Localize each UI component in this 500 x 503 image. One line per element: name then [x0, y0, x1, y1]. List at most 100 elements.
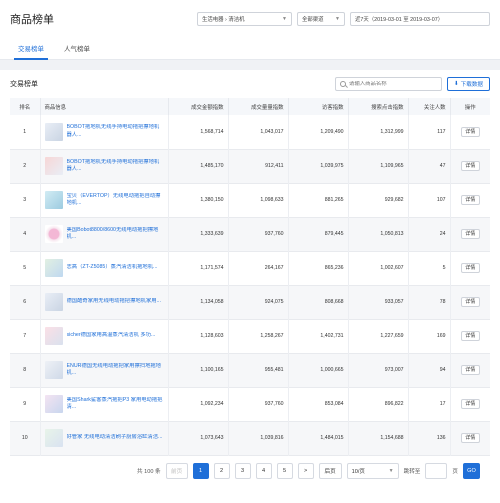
followers-cell: 94 [408, 353, 451, 387]
detail-button[interactable]: 详情 [460, 365, 480, 375]
product-thumbnail[interactable] [44, 191, 63, 209]
page: 商品榜单 生活电器 › 清洁机 ▼ 全部渠道 ▼ 近7天（2019-03-01 … [0, 0, 500, 503]
product-thumbnail[interactable] [44, 225, 63, 243]
table-header-row: 排名 商品信息 成交金额指数 成交量量指数 访客指数 搜索点击指数 关注人数 操… [10, 98, 490, 115]
rank-cell: 8 [10, 353, 41, 387]
amount-index-cell: 1,100,165 [168, 353, 229, 387]
product-cell: sicher德国家用高温蒸汽清洁机 多功... [40, 319, 169, 353]
action-cell: 详情 [450, 387, 490, 421]
download-button[interactable]: ⬇ 下载数据 [447, 77, 490, 91]
volume-index-cell: 937,760 [228, 217, 289, 251]
followers-cell: 117 [408, 115, 451, 149]
detail-button[interactable]: 详情 [460, 126, 480, 137]
go-button[interactable]: GO [463, 462, 480, 479]
search-input[interactable] [348, 81, 437, 87]
volume-index-cell: 1,043,017 [228, 115, 289, 149]
product-name-link[interactable]: 美国Bobot8800/8600无线电动拖把擦地机... [67, 227, 164, 242]
tab-popularity-ranking[interactable]: 人气榜单 [56, 43, 98, 59]
followers-cell: 17 [408, 387, 451, 421]
product-cell: ENUR德国无线电动拖把家用擦扫地拖地机... [40, 353, 169, 387]
search-box[interactable] [335, 77, 442, 91]
product-thumbnail[interactable] [44, 361, 63, 379]
product-name-link[interactable]: 宝贝（EVERTOP）无线电动拖把自动擦地机... [67, 193, 164, 208]
page-size-select[interactable]: 10/页 ▼ [346, 462, 399, 479]
product-thumbnail[interactable] [44, 327, 63, 345]
visitor-index-cell: 808,668 [288, 285, 349, 319]
product-thumbnail[interactable] [44, 429, 63, 447]
product-thumbnail[interactable] [44, 122, 63, 141]
volume-index-cell: 955,481 [228, 353, 289, 387]
product-name-link[interactable]: BOBOT拖地机无线手持电动拖把擦地机器人... [67, 159, 164, 174]
amount-index-cell: 1,171,574 [168, 251, 229, 285]
product-thumbnail[interactable] [44, 395, 63, 413]
rank-cell: 9 [10, 387, 41, 421]
product-cell: 美国Bobot8800/8600无线电动拖把擦地机... [40, 217, 169, 251]
product-thumbnail[interactable] [44, 293, 63, 311]
page-button-1[interactable]: 1 [192, 462, 209, 479]
followers-cell: 47 [408, 149, 451, 183]
detail-button[interactable]: 详情 [460, 161, 480, 171]
volume-index-cell: 1,258,267 [228, 319, 289, 353]
detail-button[interactable]: 详情 [460, 399, 480, 409]
channel-select[interactable]: 全部渠道 ▼ [297, 12, 345, 26]
search-icon [340, 81, 346, 87]
column-header[interactable]: 成交金额指数 [168, 98, 229, 115]
product-name-link[interactable]: 美国Shark鲨客蒸汽拖把P3 家用电动拖把清... [67, 397, 164, 412]
column-header[interactable]: 成交量量指数 [228, 98, 289, 115]
category-select[interactable]: 生活电器 › 清洁机 ▼ [197, 12, 292, 26]
rank-cell: 1 [10, 115, 41, 149]
product-thumbnail[interactable] [44, 157, 63, 175]
date-range-select[interactable]: 近7天（2019-03-01 至 2019-03-07） [350, 12, 490, 26]
product-name-link[interactable]: BOBOT拖地机无线手持电动拖把擦地机器人... [67, 124, 164, 139]
detail-button[interactable]: 详情 [460, 195, 480, 205]
jump-page-input[interactable] [425, 462, 448, 479]
product-cell: BOBOT拖地机无线手持电动拖把擦地机器人... [40, 149, 169, 183]
column-header[interactable]: 搜索点击指数 [348, 98, 409, 115]
rank-cell: 10 [10, 421, 41, 455]
prev-page-button[interactable]: 前页 [165, 462, 188, 479]
amount-index-cell: 1,073,643 [168, 421, 229, 455]
search-click-index-cell: 1,154,688 [348, 421, 409, 455]
detail-button[interactable]: 详情 [460, 331, 480, 341]
column-header[interactable]: 关注人数 [408, 98, 451, 115]
volume-index-cell: 937,760 [228, 387, 289, 421]
page-button-4[interactable]: 4 [255, 462, 272, 479]
jump-label: 跳转至 [403, 468, 421, 475]
column-header[interactable]: 访客指数 [288, 98, 349, 115]
table-row: 3 宝贝（EVERTOP）无线电动拖把自动擦地机... 1,380,150 1,098… [10, 183, 490, 217]
product-name-link[interactable]: 好管家 无线电动清洁刷子厨房浴缸清洁... [67, 434, 163, 441]
volume-index-cell: 264,167 [228, 251, 289, 285]
table-row: 7 sicher德国家用高温蒸汽清洁机 多功... 1,128,603 1,258,2… [10, 319, 490, 353]
tab-trade-ranking[interactable]: 交易榜单 [10, 43, 52, 60]
visitor-index-cell: 1,209,490 [288, 115, 349, 149]
page-button-2[interactable]: 2 [213, 462, 230, 479]
pagination-total: 共 100 条 [136, 468, 161, 475]
volume-index-cell: 1,098,633 [228, 183, 289, 217]
detail-button[interactable]: 详情 [460, 229, 480, 239]
next-arrow-button[interactable]: > [297, 462, 314, 479]
amount-index-cell: 1,568,714 [168, 115, 229, 149]
detail-button[interactable]: 详情 [460, 263, 480, 273]
table-row: 1 BOBOT拖地机无线手持电动拖把擦地机器人... 1,568,714 1,043,… [10, 115, 490, 149]
amount-index-cell: 1,333,639 [168, 217, 229, 251]
followers-cell: 24 [408, 217, 451, 251]
page-title: 商品榜单 [10, 14, 54, 26]
channel-select-value: 全部渠道 [302, 17, 324, 23]
page-button-3[interactable]: 3 [234, 462, 251, 479]
detail-button[interactable]: 详情 [460, 297, 480, 307]
visitor-index-cell: 1,402,731 [288, 319, 349, 353]
product-thumbnail[interactable] [44, 259, 63, 277]
amount-index-cell: 1,134,058 [168, 285, 229, 319]
product-name-link[interactable]: 德国酷奇家用无线电动拖把擦地机家用... [67, 298, 161, 305]
next-page-button[interactable]: 后页 [318, 462, 342, 479]
action-cell: 详情 [450, 353, 490, 387]
product-name-link[interactable]: ENUR德国无线电动拖把家用擦扫地拖地机... [67, 363, 164, 378]
product-name-link[interactable]: 志高（ZT-Z5085）蒸汽清洁机拖地机... [67, 264, 158, 271]
search-click-index-cell: 1,002,607 [348, 251, 409, 285]
product-name-link[interactable]: sicher德国家用高温蒸汽清洁机 多功... [67, 332, 156, 339]
table-row: 9 美国Shark鲨客蒸汽拖把P3 家用电动拖把清... 1,092,234 937,… [10, 387, 490, 421]
detail-button[interactable]: 详情 [460, 433, 480, 443]
rank-cell: 2 [10, 149, 41, 183]
page-button-5[interactable]: 5 [276, 462, 293, 479]
rank-cell: 5 [10, 251, 41, 285]
